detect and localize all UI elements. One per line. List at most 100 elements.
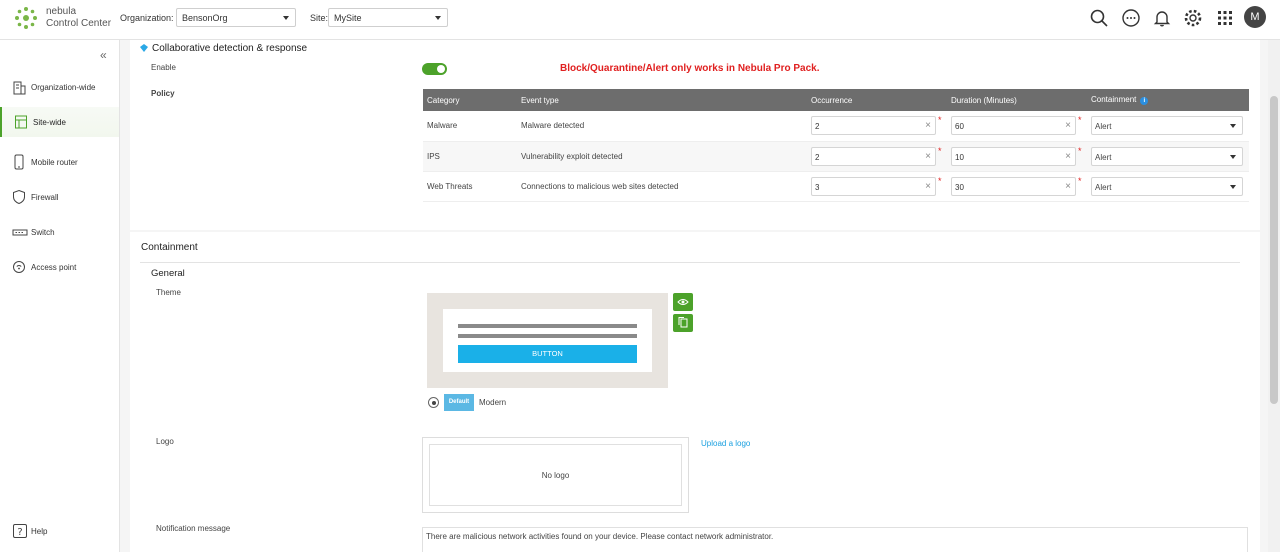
theme-preview-panel: BUTTON (443, 309, 652, 372)
preview-line (458, 324, 637, 328)
containment-value: Alert (1095, 152, 1112, 162)
apps-grid-icon[interactable] (1214, 7, 1236, 29)
duration-value: 10 (955, 152, 964, 162)
sidebar-item-organization-wide[interactable]: Organization-wide (0, 72, 119, 102)
occurrence-value: 2 (815, 152, 820, 162)
sidebar-item-label: Site-wide (33, 118, 66, 127)
upload-logo-link[interactable]: Upload a logo (701, 439, 750, 448)
containment-header-label: Containment (1091, 95, 1137, 104)
occurrence-value: 3 (815, 182, 820, 192)
scrollbar[interactable] (1268, 40, 1280, 552)
clear-icon[interactable]: × (925, 120, 931, 131)
clear-icon[interactable]: × (1065, 151, 1071, 162)
bell-icon[interactable] (1151, 7, 1173, 29)
no-logo-placeholder: No logo (429, 444, 682, 506)
svg-text:?: ? (17, 527, 22, 538)
containment-value: Alert (1095, 122, 1112, 132)
logo-label: Logo (156, 437, 174, 446)
containment-select[interactable]: Alert (1091, 116, 1243, 136)
site-select[interactable]: MySite (328, 8, 448, 27)
sidebar-item-label: Switch (31, 228, 55, 237)
collapse-sidebar-icon[interactable]: « (100, 48, 107, 62)
organization-value: BensonOrg (182, 13, 228, 23)
theme-preview: BUTTON (427, 293, 668, 388)
organization-select[interactable]: BensonOrg (176, 8, 296, 27)
clear-icon[interactable]: × (1065, 181, 1071, 192)
containment-title: Containment (141, 242, 198, 253)
brand-line-2: Control Center (46, 18, 112, 29)
site-icon (15, 115, 27, 129)
help-button[interactable]: ? Help (0, 516, 119, 546)
sidebar-item-mobile-router[interactable]: Mobile router (0, 147, 119, 177)
category-cell: Web Threats (423, 171, 517, 202)
theme-radio-modern[interactable] (428, 397, 439, 408)
duration-input[interactable]: 60 × (951, 116, 1076, 136)
avatar[interactable]: M (1244, 6, 1266, 28)
containment-cell: Alert (1087, 111, 1249, 142)
occurrence-cell: 2 × * (807, 141, 947, 172)
sidebar-item-switch[interactable]: Switch (0, 217, 119, 247)
copy-theme-button[interactable] (673, 314, 693, 332)
theme-name: Modern (479, 398, 507, 407)
preview-line (458, 334, 637, 338)
search-icon[interactable] (1088, 7, 1110, 29)
event-type-cell: Malware detected (517, 111, 807, 142)
required-marker: * (1078, 175, 1082, 186)
diamond-icon (140, 44, 148, 52)
brand-name: nebula Control Center (46, 6, 111, 30)
category-cell: Malware (423, 111, 517, 142)
clear-icon[interactable]: × (925, 181, 931, 192)
more-options-icon[interactable] (1120, 7, 1142, 29)
sidebar-item-site-wide[interactable]: Site-wide (0, 107, 119, 137)
notification-message-textarea[interactable]: There are malicious network activities f… (422, 527, 1248, 552)
building-icon (13, 81, 26, 95)
required-marker: * (938, 115, 942, 126)
gear-icon[interactable] (1182, 7, 1204, 29)
theme-label: Theme (156, 288, 181, 297)
column-header-event-type: Event type (517, 89, 807, 111)
preview-theme-button[interactable] (673, 293, 693, 311)
help-icon: ? (13, 524, 27, 538)
occurrence-input[interactable]: 3 × (811, 176, 936, 196)
site-value: MySite (334, 13, 362, 23)
divider (140, 262, 1240, 263)
table-row: Web Threats Connections to malicious web… (423, 171, 1249, 202)
occurrence-cell: 2 × * (807, 111, 947, 142)
required-marker: * (1078, 115, 1082, 126)
containment-cell: Alert (1087, 141, 1249, 172)
occurrence-cell: 3 × * (807, 171, 947, 202)
clear-icon[interactable]: × (925, 151, 931, 162)
chevron-down-icon (1230, 124, 1236, 129)
containment-select[interactable]: Alert (1091, 146, 1243, 166)
sidebar-item-access-point[interactable]: Access point (0, 252, 119, 282)
occurrence-input[interactable]: 2 × (811, 146, 936, 166)
table-row: Malware Malware detected 2 × * 60 × * Alert (423, 111, 1249, 142)
policy-label: Policy (151, 89, 175, 98)
occurrence-input[interactable]: 2 × (811, 116, 936, 136)
site-label: Site: (310, 13, 329, 23)
policy-table: Category Event type Occurrence Duration … (423, 89, 1249, 202)
containment-select[interactable]: Alert (1091, 176, 1243, 196)
preview-button: BUTTON (458, 345, 637, 363)
containment-section: Containment General Theme BUTTON Default… (130, 232, 1260, 552)
chevron-down-icon (1230, 184, 1236, 189)
main-content: Collaborative detection & response Enabl… (120, 40, 1268, 552)
duration-value: 30 (955, 182, 964, 192)
enable-toggle[interactable] (422, 63, 447, 75)
scrollbar-thumb[interactable] (1270, 96, 1278, 404)
duration-input[interactable]: 10 × (951, 146, 1076, 166)
cdr-title: Collaborative detection & response (152, 43, 308, 54)
duration-input[interactable]: 30 × (951, 176, 1076, 196)
pro-pack-warning: Block/Quarantine/Alert only works in Neb… (560, 63, 820, 74)
info-icon[interactable]: i (1140, 97, 1149, 105)
containment-value: Alert (1095, 182, 1112, 192)
sidebar-item-firewall[interactable]: Firewall (0, 182, 119, 212)
mobile-router-icon (14, 154, 24, 170)
access-point-icon (13, 261, 25, 273)
sidebar-item-label: Organization-wide (31, 83, 96, 92)
general-heading: General (151, 268, 185, 279)
containment-cell: Alert (1087, 171, 1249, 202)
logo-upload-area: No logo (422, 437, 689, 513)
clear-icon[interactable]: × (1065, 120, 1071, 131)
required-marker: * (1078, 145, 1082, 156)
